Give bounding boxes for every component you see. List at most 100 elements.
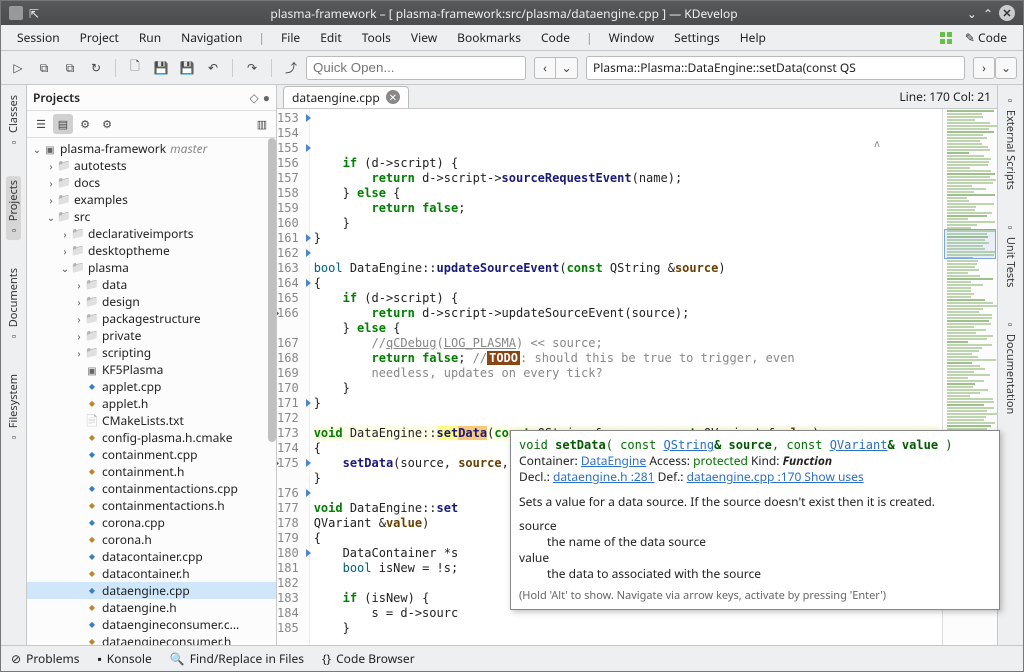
tree-plasma[interactable]: ⌄plasma	[27, 259, 276, 276]
nav-fwd-button[interactable]: ›	[973, 57, 995, 79]
tree-design[interactable]: ›design	[27, 293, 276, 310]
tree-applet.cpp[interactable]: applet.cpp	[27, 378, 276, 395]
debug-over-icon[interactable]: ⧉	[59, 57, 81, 79]
grid-icon[interactable]	[939, 31, 953, 45]
project-tree[interactable]: ⌄plasma-frameworkmaster›autotests›docs›e…	[27, 138, 276, 645]
link-qvariant[interactable]: QVariant	[830, 438, 888, 452]
tree-data[interactable]: ›data	[27, 276, 276, 293]
left-rail: ▫ Classes ▫ Projects ▫ Documents ▫ Filesyst…	[1, 85, 27, 645]
tree-src[interactable]: ⌄src	[27, 208, 276, 225]
tree-CMakeLists.txt[interactable]: CMakeLists.txt	[27, 412, 276, 429]
link-show-uses[interactable]: Show uses	[801, 468, 863, 485]
rail-classes[interactable]: ▫ Classes	[6, 91, 21, 152]
menu-help[interactable]: Help	[732, 27, 774, 48]
tree-datacontainer.h[interactable]: datacontainer.h	[27, 565, 276, 582]
tree-corona.h[interactable]: corona.h	[27, 531, 276, 548]
tree-docs[interactable]: ›docs	[27, 174, 276, 191]
tree-plasma-framework[interactable]: ⌄plasma-frameworkmaster	[27, 140, 276, 157]
menu-file[interactable]: File	[273, 27, 308, 48]
tree-containmentactions.cpp[interactable]: containmentactions.cpp	[27, 480, 276, 497]
debug-step-icon[interactable]: ⧉	[33, 57, 55, 79]
menu-settings[interactable]: Settings	[666, 27, 728, 48]
link-container[interactable]: DataEngine	[581, 452, 646, 469]
tree-packagestructure[interactable]: ›packagestructure	[27, 310, 276, 327]
rail-unit-tests[interactable]: ▫ Unit Tests	[1003, 218, 1018, 291]
tree-scrollbar[interactable]	[268, 138, 276, 442]
tree-dataengine.h[interactable]: dataengine.h	[27, 599, 276, 616]
tree-containment.cpp[interactable]: containment.cpp	[27, 446, 276, 463]
menu-navigation[interactable]: Navigation	[173, 27, 250, 48]
tree-view-icon[interactable]: ☰	[31, 114, 51, 134]
scroll-up-icon[interactable]: ʌ	[874, 137, 880, 152]
close-button[interactable]: ✕	[999, 5, 1015, 21]
tree-examples[interactable]: ›examples	[27, 191, 276, 208]
status-problems[interactable]: ⊘ Problems	[11, 650, 80, 667]
status-konsole[interactable]: ▪ Konsole	[98, 650, 152, 667]
minimap-viewport[interactable]	[944, 229, 996, 259]
new-file-icon[interactable]: 🗋	[124, 57, 146, 79]
nav-back-menu-button[interactable]: ⌄	[556, 57, 578, 79]
gear-icon[interactable]: ⚙	[97, 114, 117, 134]
link-decl[interactable]: dataengine.h :281	[553, 468, 655, 485]
tree-containment.h[interactable]: containment.h	[27, 463, 276, 480]
redo-icon[interactable]: ↷	[241, 57, 263, 79]
tree-dataengineconsumer.c...[interactable]: dataengineconsumer.c...	[27, 616, 276, 633]
toolbar: ▷ ⧉ ⧉ ↻ 🗋 💾 💾 ↶ ↷ ⤴ ‹ ⌄ Plasma::Plasma::…	[1, 51, 1023, 85]
menu-session[interactable]: Session	[9, 27, 68, 48]
debug-out-icon[interactable]: ↻	[85, 57, 107, 79]
save-icon[interactable]: 💾	[150, 57, 172, 79]
tab-dataengine[interactable]: dataengine.cpp ✕	[283, 86, 409, 108]
rail-external-scripts[interactable]: ▫ External Scripts	[1003, 91, 1018, 194]
tree-applet.h[interactable]: applet.h	[27, 395, 276, 412]
rail-projects[interactable]: ▫ Projects	[6, 176, 21, 240]
minimize-button[interactable]: ⌄	[967, 5, 977, 22]
save-all-icon[interactable]: 💾	[176, 57, 198, 79]
link-def[interactable]: dataengine.cpp :170	[687, 468, 802, 485]
maximize-button[interactable]: ⌃	[983, 5, 993, 22]
tree-config-plasma.h.cmake[interactable]: config-plasma.h.cmake	[27, 429, 276, 446]
breadcrumb-select[interactable]: Plasma::Plasma::DataEngine::setData(cons…	[586, 56, 965, 80]
tab-close-icon[interactable]: ✕	[386, 90, 400, 104]
rail-documents[interactable]: ▫ Documents	[6, 264, 21, 346]
jump-icon[interactable]: ⤴	[280, 57, 302, 79]
menu-tools[interactable]: Tools	[354, 27, 399, 48]
menu-edit[interactable]: Edit	[312, 27, 349, 48]
tree-private[interactable]: ›private	[27, 327, 276, 344]
menu-run[interactable]: Run	[131, 27, 169, 48]
status-find[interactable]: 🔍 Find/Replace in Files	[170, 650, 304, 667]
flat-view-icon[interactable]: ▤	[53, 114, 73, 134]
nav-fwd-menu-button[interactable]: ⌄	[995, 57, 1017, 79]
tree-KF5Plasma[interactable]: KF5Plasma	[27, 361, 276, 378]
tree-autotests[interactable]: ›autotests	[27, 157, 276, 174]
menubar: SessionProjectRunNavigation|FileEditTool…	[1, 25, 1023, 51]
menu-bookmarks[interactable]: Bookmarks	[449, 27, 529, 48]
run-icon[interactable]: ▷	[7, 57, 29, 79]
status-code-browser[interactable]: {} Code Browser	[322, 650, 415, 667]
sidebar-config-icon[interactable]: ◇	[250, 89, 259, 106]
nav-back-button[interactable]: ‹	[534, 57, 556, 79]
tree-declarativeimports[interactable]: ›declarativeimports	[27, 225, 276, 242]
rail-filesystem[interactable]: ▫ Filesystem	[6, 370, 21, 447]
line-gutter[interactable]: 1531541551561571581591601611621631641651…	[277, 109, 310, 645]
tree-dataengine.cpp[interactable]: dataengine.cpp	[27, 582, 276, 599]
tree-scripting[interactable]: ›scripting	[27, 344, 276, 361]
tree-corona.cpp[interactable]: corona.cpp	[27, 514, 276, 531]
quick-open-input[interactable]	[306, 56, 526, 80]
tree-desktoptheme[interactable]: ›desktoptheme	[27, 242, 276, 259]
code-tooltip: void setData( const QString& source, con…	[510, 430, 1000, 610]
filter-icon[interactable]: ▥	[252, 114, 272, 134]
menu-code[interactable]: Code	[533, 27, 578, 48]
settings-icon[interactable]: ⚙	[75, 114, 95, 134]
rail-documentation[interactable]: ▫ Documentation	[1003, 315, 1018, 418]
tree-datacontainer.cpp[interactable]: datacontainer.cpp	[27, 548, 276, 565]
pin-icon[interactable]: ⇱	[29, 5, 39, 22]
sidebar-close-icon[interactable]: ●	[263, 89, 270, 106]
tree-containmentactions.h[interactable]: containmentactions.h	[27, 497, 276, 514]
undo-icon[interactable]: ↶	[202, 57, 224, 79]
code-button[interactable]: ✎ Code	[957, 27, 1015, 48]
tree-dataengineconsumer.h[interactable]: dataengineconsumer.h	[27, 633, 276, 645]
link-qstring[interactable]: QString	[664, 438, 715, 452]
menu-project[interactable]: Project	[72, 27, 127, 48]
menu-window[interactable]: Window	[601, 27, 663, 48]
menu-view[interactable]: View	[403, 27, 445, 48]
